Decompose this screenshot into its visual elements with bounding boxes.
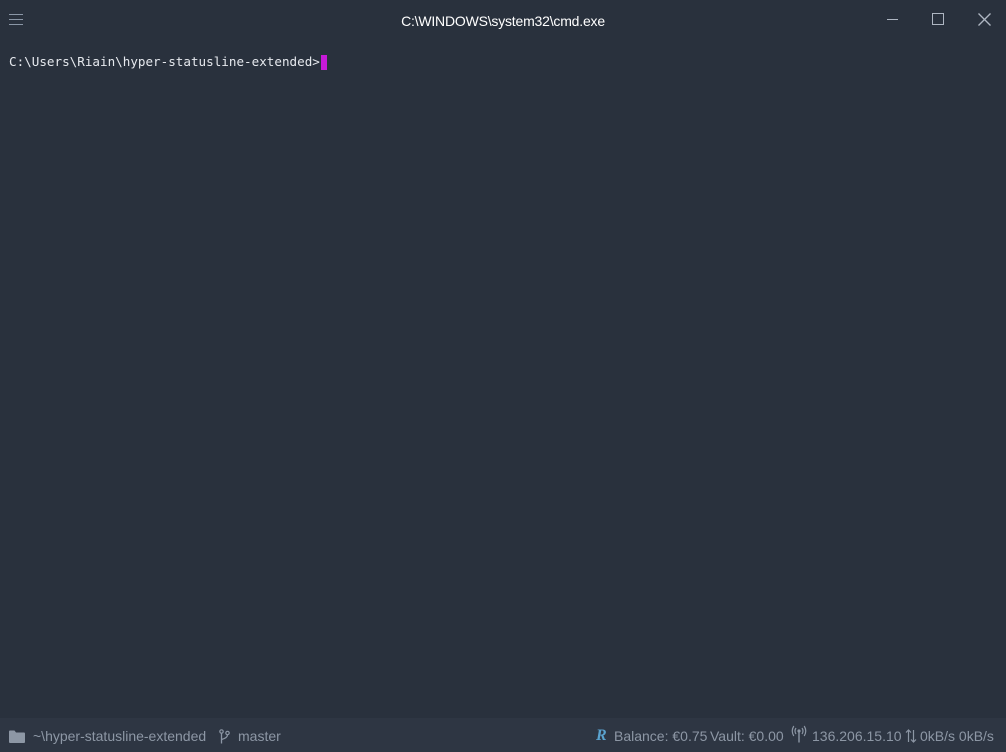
folder-icon [9,730,25,743]
close-icon [978,13,991,26]
ip-address: 136.206.15.10 [812,728,902,744]
vault: Vault: €0.00 [710,728,784,744]
title-bar[interactable]: C:\WINDOWS\system32\cmd.exe [0,0,1006,40]
terminal-window: C:\WINDOWS\system32\cmd.exe C:\Users\Ria… [0,0,1006,752]
balance: Balance: €0.75 [614,728,708,744]
text-cursor [320,54,327,70]
up-down-arrows-icon [905,729,917,743]
r-logo: R [596,727,607,744]
status-bar: ~\hyper-statusline-extended master R Bal… [0,718,1006,752]
prompt-text: C:\Users\Riain\hyper-statusline-extended… [9,54,320,69]
prompt-line: C:\Users\Riain\hyper-statusline-extended… [9,54,327,70]
current-directory[interactable]: ~\hyper-statusline-extended [33,728,206,744]
network-speed: 0kB/s 0kB/s [920,728,994,744]
git-branch-icon [219,729,230,744]
close-button[interactable] [972,8,996,32]
maximize-button[interactable] [926,8,950,32]
terminal-area[interactable]: C:\Users\Riain\hyper-statusline-extended… [0,40,1006,718]
antenna-icon [791,725,807,743]
window-title: C:\WINDOWS\system32\cmd.exe [401,13,605,29]
git-branch[interactable]: master [238,728,281,744]
minimize-button[interactable] [881,8,905,32]
